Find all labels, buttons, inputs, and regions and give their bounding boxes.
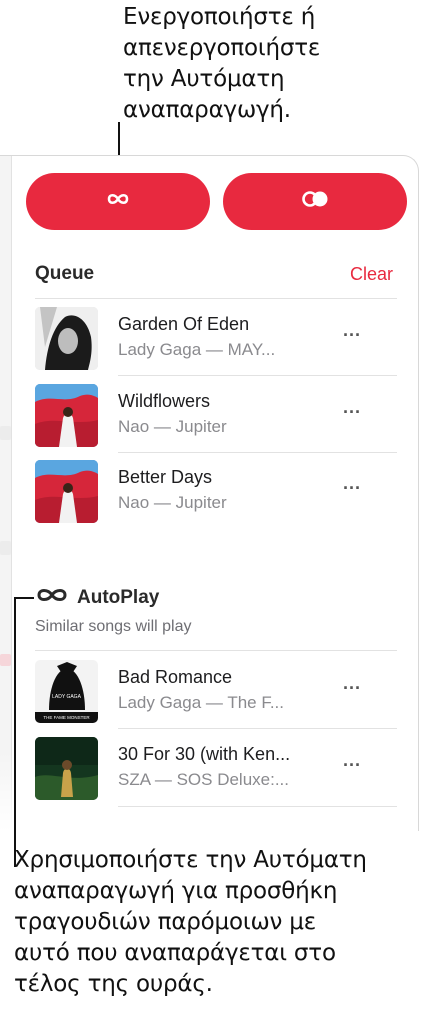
song-artist-album: SZA — SOS Deluxe:... xyxy=(118,770,290,789)
song-artist-album: Nao — Jupiter xyxy=(118,493,227,512)
song-artist-album: Lady Gaga — MAY... xyxy=(118,340,276,359)
more-options-icon[interactable]: ··· xyxy=(343,326,361,344)
callout-line: αναπαραγωγή. xyxy=(123,97,291,123)
song-title: Garden Of Eden xyxy=(118,314,250,334)
autoplay-row[interactable]: 30 For 30 (with Ken... SZA — SOS Deluxe:… xyxy=(35,737,397,803)
divider xyxy=(118,728,397,729)
clear-button[interactable]: Clear xyxy=(350,264,393,285)
ghost-item xyxy=(0,654,11,666)
album-art-fame-monster: LADY GAGA THE FAME MONSTER xyxy=(35,660,98,723)
album-art-text: THE FAME MONSTER xyxy=(43,715,90,720)
callout-leader-line xyxy=(14,597,16,867)
album-art-gaga xyxy=(35,307,98,370)
callout-line: αναπαραγωγή για προσθήκη xyxy=(14,878,338,904)
autoplay-toggle-icon xyxy=(301,190,329,213)
album-art-text: LADY GAGA xyxy=(52,694,81,700)
queue-title: Queue xyxy=(35,263,95,284)
infinity-icon xyxy=(105,192,131,211)
callout-line: τέλος της ουράς. xyxy=(14,971,213,997)
queue-row[interactable]: Wildflowers Nao — Jupiter ··· xyxy=(35,384,397,450)
callout-line: την Αυτόματη xyxy=(123,66,285,92)
divider xyxy=(118,806,397,807)
divider xyxy=(118,452,397,453)
autoplay-subtitle: Similar songs will play xyxy=(35,618,192,635)
autoplay-button[interactable] xyxy=(26,173,210,230)
more-options-icon[interactable]: ··· xyxy=(343,756,361,774)
callout-autoplay-description: Χρησιμοποιήστε την Αυτόματη αναπαραγωγή … xyxy=(14,845,367,1000)
song-artist-album: Lady Gaga — The F... xyxy=(118,693,284,712)
divider xyxy=(35,650,397,651)
album-art-sza xyxy=(35,737,98,800)
callout-leader-tick xyxy=(14,597,34,599)
more-options-icon[interactable]: ··· xyxy=(343,479,361,497)
ghost-item xyxy=(0,426,11,440)
album-art-nao xyxy=(35,384,98,447)
divider xyxy=(118,375,397,376)
callout-line: Χρησιμοποιήστε την Αυτόματη xyxy=(14,847,367,873)
song-title: Wildflowers xyxy=(118,391,211,411)
divider xyxy=(35,298,397,299)
song-title: Bad Romance xyxy=(118,667,233,687)
infinity-icon xyxy=(35,587,69,609)
more-options-icon[interactable]: ··· xyxy=(343,679,361,697)
autoplay-header: AutoPlay xyxy=(35,587,159,609)
callout-toggle-autoplay: Ενεργοποιήστε ή απενεργοποιήστε την Αυτό… xyxy=(123,2,320,126)
autoplay-title: AutoPlay xyxy=(77,587,160,608)
callout-line: Ενεργοποιήστε ή xyxy=(123,4,316,30)
autoplay-row[interactable]: LADY GAGA THE FAME MONSTER Bad Romance L… xyxy=(35,660,397,726)
queue-row[interactable]: Better Days Nao — Jupiter ··· xyxy=(35,460,397,526)
queue-row[interactable]: Garden Of Eden Lady Gaga — MAY... ··· xyxy=(35,307,397,373)
more-options-icon[interactable]: ··· xyxy=(343,403,361,421)
sidebar-edge xyxy=(0,156,12,831)
album-art-nao xyxy=(35,460,98,523)
song-title: Better Days xyxy=(118,467,213,487)
ghost-item xyxy=(0,541,11,555)
song-title: 30 For 30 (with Ken... xyxy=(118,744,291,764)
infinity-toggle-button[interactable] xyxy=(223,173,407,230)
callout-line: απενεργοποιήστε xyxy=(123,35,321,61)
callout-line: τραγουδιών παρόμοιων με xyxy=(14,909,316,935)
song-artist-album: Nao — Jupiter xyxy=(118,417,227,436)
callout-line: αυτό που αναπαράγεται στο xyxy=(14,940,336,966)
